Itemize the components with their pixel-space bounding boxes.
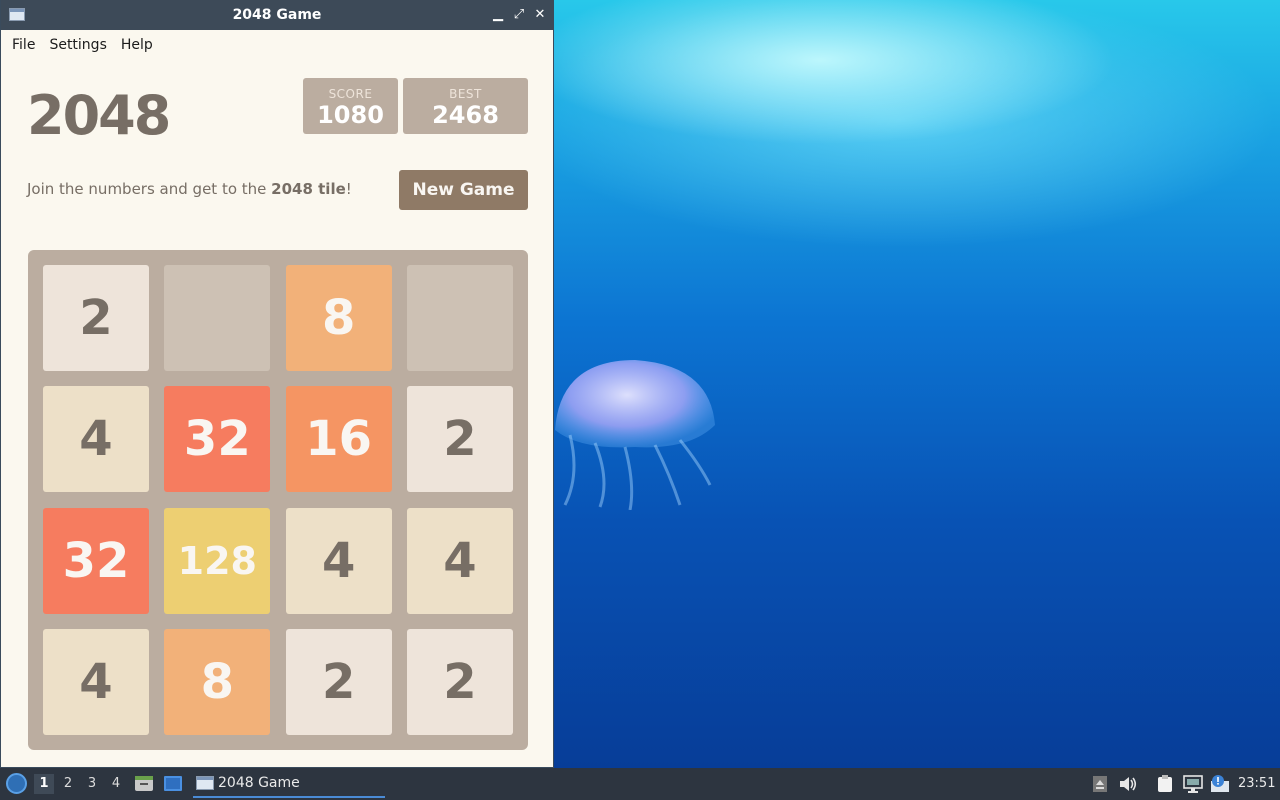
tile-empty xyxy=(164,265,271,371)
menu-bar: File Settings Help xyxy=(1,30,553,60)
start-menu-icon[interactable] xyxy=(6,773,27,794)
taskbar-task-2048[interactable]: 2048 Game xyxy=(193,770,385,798)
menu-file[interactable]: File xyxy=(5,30,42,60)
clock: 23:51 xyxy=(1238,776,1276,791)
volume-icon[interactable] xyxy=(1118,775,1138,793)
tile-4: 4 xyxy=(43,628,149,735)
workspace-4[interactable]: 4 xyxy=(106,774,126,794)
close-button[interactable]: ✕ xyxy=(533,7,547,23)
notification-icon[interactable] xyxy=(1210,775,1230,793)
game-title: 2048 xyxy=(27,84,171,147)
intro-text: Join the numbers and get to the 2048 til… xyxy=(27,180,352,198)
best-label: BEST xyxy=(449,87,482,101)
task-app-icon xyxy=(196,776,214,790)
intro-suffix: ! xyxy=(345,180,352,198)
best-score-box: BEST 2468 xyxy=(403,78,528,134)
file-manager-icon[interactable] xyxy=(134,774,154,793)
network-icon[interactable] xyxy=(1183,775,1203,793)
best-value: 2468 xyxy=(432,101,499,129)
tile-128: 128 xyxy=(164,507,271,614)
jellyfish-image xyxy=(555,360,715,510)
intro-prefix: Join the numbers and get to the xyxy=(27,180,272,198)
show-desktop-icon[interactable] xyxy=(163,774,183,793)
tile-2: 2 xyxy=(43,265,149,371)
tile-2: 2 xyxy=(406,386,513,493)
tile-8: 8 xyxy=(285,265,392,371)
tile-8: 8 xyxy=(164,628,271,735)
game-board[interactable]: 2 8 4 32 16 2 32 128 4 4 4 8 2 2 xyxy=(28,250,528,750)
maximize-button[interactable]: ⤢ xyxy=(512,7,526,23)
menu-settings[interactable]: Settings xyxy=(42,30,113,60)
tile-empty xyxy=(406,265,513,371)
new-game-button[interactable]: New Game xyxy=(399,170,528,210)
tile-4: 4 xyxy=(43,386,149,493)
eject-icon[interactable] xyxy=(1092,775,1108,793)
tile-4: 4 xyxy=(406,507,513,614)
minimize-button[interactable]: ▁ xyxy=(491,7,505,23)
clipboard-icon[interactable] xyxy=(1155,775,1175,793)
task-label: 2048 Game xyxy=(218,775,300,791)
workspace-2[interactable]: 2 xyxy=(58,774,78,794)
taskbar: 1 2 3 4 2048 Game 23:51 xyxy=(0,768,1280,800)
tile-4: 4 xyxy=(285,507,392,614)
workspace-1[interactable]: 1 xyxy=(34,774,54,794)
score-box: SCORE 1080 xyxy=(303,78,398,134)
score-value: 1080 xyxy=(317,101,384,129)
score-label: SCORE xyxy=(328,87,373,101)
intro-bold: 2048 tile xyxy=(271,180,346,198)
window-title: 2048 Game xyxy=(232,7,322,23)
tile-2: 2 xyxy=(406,628,513,735)
tile-32: 32 xyxy=(164,386,271,493)
tile-32: 32 xyxy=(43,507,149,614)
menu-help[interactable]: Help xyxy=(114,30,160,60)
workspace-3[interactable]: 3 xyxy=(82,774,102,794)
tile-2: 2 xyxy=(285,628,392,735)
tile-16: 16 xyxy=(285,386,392,493)
game-window[interactable]: 2048 Game ▁ ⤢ ✕ File Settings Help 2048 … xyxy=(0,0,554,768)
window-titlebar[interactable]: 2048 Game ▁ ⤢ ✕ xyxy=(1,0,553,30)
